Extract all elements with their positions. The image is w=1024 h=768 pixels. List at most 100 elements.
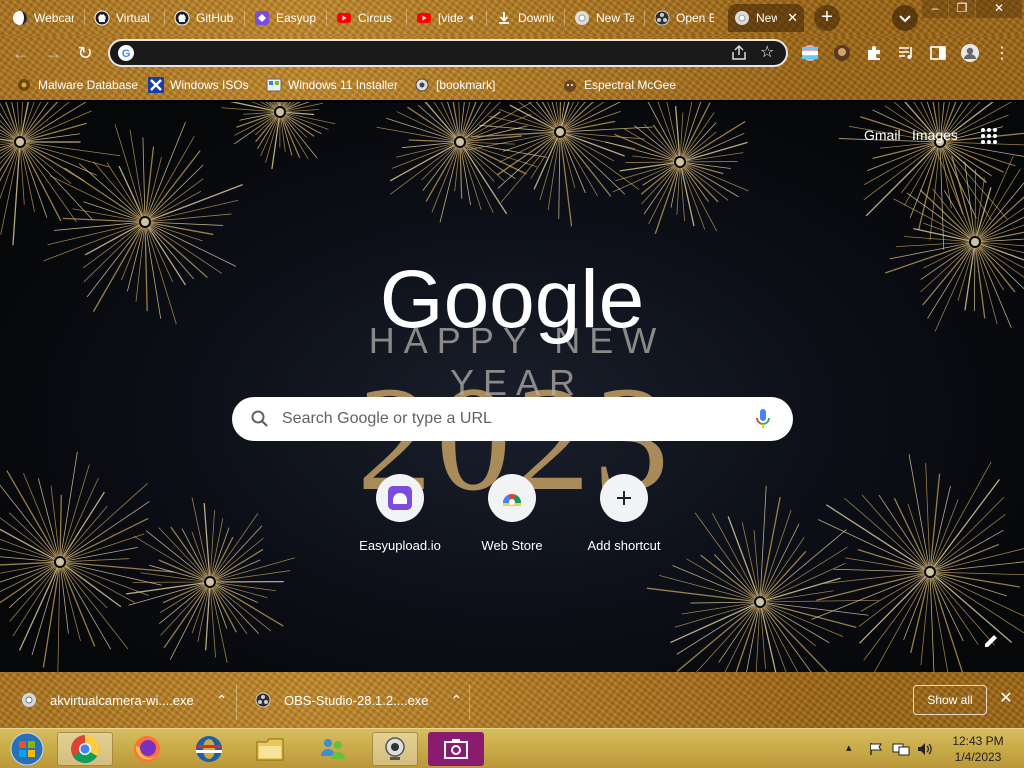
system-clock[interactable]: 12:43 PM 1/4/2023 bbox=[946, 733, 1010, 765]
obs-icon bbox=[254, 691, 272, 709]
extensions-puzzle-icon[interactable] bbox=[864, 43, 884, 63]
tab-search-button[interactable] bbox=[892, 5, 918, 31]
tab[interactable]: GitHub bbox=[168, 4, 240, 32]
start-orb-icon[interactable] bbox=[4, 732, 50, 766]
network-icon[interactable] bbox=[892, 742, 910, 756]
new-tab-page: Gmail Images 2023 HAPPY NEW YEAR Google … bbox=[0, 102, 1024, 672]
search-icon bbox=[251, 410, 268, 427]
chrome-menu-icon[interactable]: ⋮ bbox=[992, 43, 1012, 63]
bookmark-item[interactable]: Windows 11 Installer bbox=[266, 76, 398, 94]
download-filename: akvirtualcamera-wi....exe bbox=[50, 692, 194, 708]
tab-title: GitHub bbox=[196, 11, 234, 25]
firework-burst bbox=[884, 152, 1024, 332]
omnibox[interactable]: G ☆ bbox=[108, 39, 788, 67]
tab[interactable]: Downlo bbox=[490, 4, 560, 32]
tab-separator bbox=[326, 10, 327, 26]
installer-icon bbox=[266, 77, 282, 93]
download-item[interactable]: akvirtualcamera-wi....exe ⌃ bbox=[20, 684, 228, 716]
new-tab-button[interactable]: + bbox=[814, 5, 840, 31]
window-controls: – ❐ ✕ bbox=[921, 0, 1022, 18]
tab[interactable]: Easyupl bbox=[248, 4, 322, 32]
obs-icon bbox=[654, 10, 670, 26]
download-item[interactable]: OBS-Studio-28.1.2....exe ⌃ bbox=[254, 684, 462, 716]
bookmark-item[interactable]: Windows ISOs bbox=[148, 76, 249, 94]
gmail-link[interactable]: Gmail bbox=[864, 127, 901, 143]
reload-button[interactable]: ↻ bbox=[72, 40, 98, 66]
firework-burst bbox=[126, 497, 295, 664]
forward-button[interactable]: → bbox=[40, 40, 66, 66]
taskbar-chrome-icon[interactable] bbox=[57, 732, 113, 766]
media-controls-icon[interactable] bbox=[896, 43, 916, 63]
shortcut-label: Add shortcut bbox=[587, 538, 661, 553]
images-link[interactable]: Images bbox=[912, 127, 958, 143]
close-download-bar-icon[interactable]: ✕ bbox=[996, 688, 1016, 708]
tab[interactable]: Webcam bbox=[6, 4, 80, 32]
download-filename: OBS-Studio-28.1.2....exe bbox=[284, 692, 429, 708]
microphone-icon[interactable] bbox=[754, 408, 772, 430]
tab-title: Downlo bbox=[518, 11, 554, 25]
side-panel-icon[interactable] bbox=[928, 43, 948, 63]
close-tab-icon[interactable]: ✕ bbox=[787, 10, 798, 26]
back-button[interactable]: ← bbox=[8, 40, 34, 66]
taskbar-webcam-icon[interactable] bbox=[372, 732, 418, 766]
webstore-icon bbox=[488, 474, 536, 522]
malware-icon bbox=[16, 77, 32, 93]
profile-avatar-icon[interactable] bbox=[960, 43, 980, 63]
taskbar-camera-app-icon[interactable] bbox=[428, 732, 484, 766]
avatar-extension-icon[interactable] bbox=[832, 43, 852, 63]
taskbar-people-icon[interactable] bbox=[310, 732, 356, 766]
chrome-icon bbox=[734, 10, 750, 26]
restore-button[interactable]: ❐ bbox=[949, 0, 975, 18]
shortcut-tile[interactable]: Easyupload.io bbox=[344, 474, 456, 553]
tab[interactable]: Open B bbox=[648, 4, 720, 32]
bookmark-star-icon[interactable]: ☆ bbox=[760, 42, 774, 62]
taskbar-opera-icon[interactable] bbox=[186, 732, 232, 766]
search-input[interactable] bbox=[282, 407, 742, 431]
firework-burst bbox=[376, 102, 547, 223]
share-icon[interactable] bbox=[730, 44, 748, 62]
download-chevron-icon[interactable]: ⌃ bbox=[451, 692, 463, 709]
firework-burst bbox=[0, 102, 121, 246]
tab-separator bbox=[486, 10, 487, 26]
tab-title: Open B bbox=[676, 11, 714, 25]
google-logo-text: Google bbox=[380, 257, 644, 345]
speaker-icon[interactable]: 🔈︎ bbox=[469, 12, 476, 25]
taskbar-file-explorer-icon[interactable] bbox=[248, 732, 294, 766]
tab[interactable]: Virtual bbox=[88, 4, 160, 32]
taskbar: ▴ 12:43 PM 1/4/2023 bbox=[0, 728, 1024, 768]
chrome-icon bbox=[574, 10, 590, 26]
tab-title: New bbox=[756, 11, 778, 25]
tab[interactable]: [video] 🔈︎ bbox=[410, 4, 482, 32]
search-box[interactable] bbox=[232, 397, 793, 441]
show-all-button[interactable]: Show all bbox=[913, 685, 987, 715]
tray-overflow-icon[interactable]: ▴ bbox=[846, 741, 852, 754]
tab[interactable]: Circus bbox=[330, 4, 402, 32]
bookmark-label: Windows 11 Installer bbox=[288, 78, 398, 92]
tab[interactable]: New ✕ bbox=[728, 4, 804, 32]
google-apps-icon[interactable] bbox=[979, 126, 999, 146]
window-close-button[interactable]: ✕ bbox=[976, 0, 1022, 18]
google-logo: Google bbox=[380, 257, 644, 345]
download-chevron-icon[interactable]: ⌃ bbox=[216, 692, 228, 709]
download-separator bbox=[469, 684, 470, 720]
shortcut-tile[interactable]: Web Store bbox=[456, 474, 568, 553]
taskbar-firefox-icon[interactable] bbox=[124, 732, 170, 766]
easyupload-icon bbox=[376, 474, 424, 522]
bookmark-item[interactable]: [bookmark] bbox=[414, 76, 495, 94]
bookmark-item[interactable]: Malware Database bbox=[16, 76, 138, 94]
minimize-button[interactable]: – bbox=[922, 0, 948, 18]
download-bar: akvirtualcamera-wi....exe ⌃ OBS-Studio-28.… bbox=[0, 672, 1024, 728]
x-icon bbox=[148, 77, 164, 93]
easyupload-icon bbox=[254, 10, 270, 26]
volume-icon[interactable] bbox=[916, 742, 934, 756]
tab[interactable]: New Ta bbox=[568, 4, 640, 32]
shortcut-tile[interactable]: Add shortcut bbox=[568, 474, 680, 553]
pencil-icon[interactable] bbox=[982, 632, 1000, 650]
address-input[interactable] bbox=[140, 43, 720, 63]
bookmark-label: Espectral McGee bbox=[584, 78, 677, 92]
tab-title: New Ta bbox=[596, 11, 634, 25]
action-center-flag-icon[interactable] bbox=[868, 742, 884, 756]
mcgee-icon bbox=[562, 77, 578, 93]
pride-extension-icon[interactable] bbox=[800, 43, 820, 63]
bookmark-item[interactable]: Espectral McGee bbox=[562, 76, 676, 94]
